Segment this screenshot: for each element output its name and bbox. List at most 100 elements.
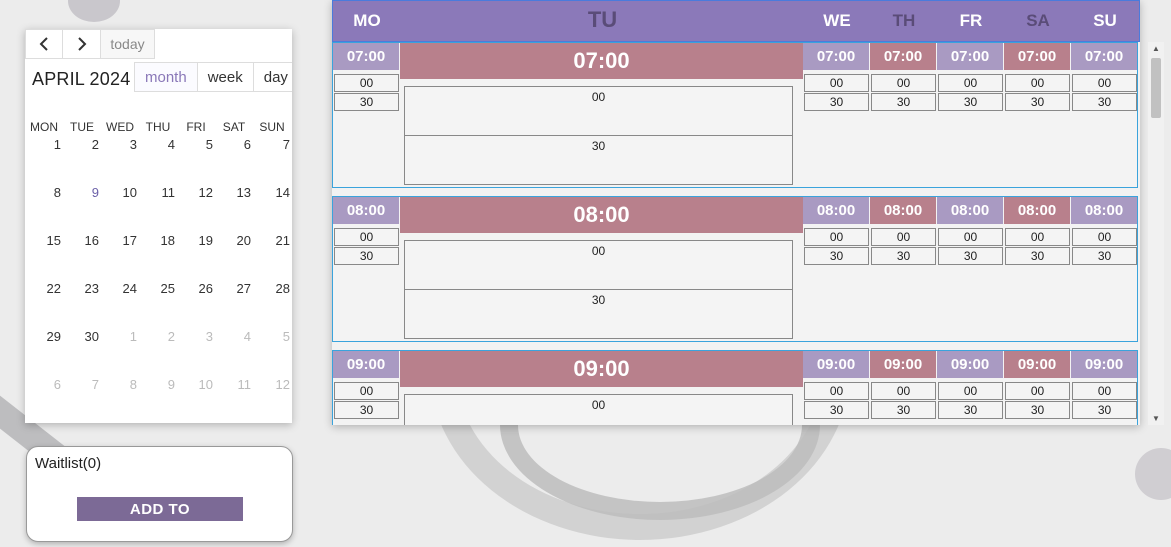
calendar-day[interactable]: 22 <box>31 281 61 296</box>
time-slot[interactable]: 30 <box>804 401 869 419</box>
time-slot[interactable]: 00 <box>871 382 936 400</box>
day-header-mo[interactable]: MO <box>334 1 400 41</box>
time-slot[interactable]: 30 <box>804 247 869 265</box>
calendar-day[interactable]: 6 <box>31 377 61 392</box>
calendar-day[interactable]: 14 <box>260 185 290 200</box>
time-slot[interactable]: 00 <box>804 382 869 400</box>
view-week-button[interactable]: week <box>197 62 254 92</box>
view-month-button[interactable]: month <box>134 62 198 92</box>
calendar-day[interactable]: 12 <box>183 185 213 200</box>
time-slot[interactable]: 30 <box>334 247 399 265</box>
time-slot[interactable]: 30 <box>1005 247 1070 265</box>
calendar-day[interactable]: 11 <box>221 377 252 392</box>
day-header-th[interactable]: TH <box>871 1 937 41</box>
time-slot[interactable]: 00 <box>871 74 936 92</box>
time-slot[interactable]: 30 <box>938 247 1003 265</box>
planner-scroll-area[interactable]: MO TU WE TH FR SA SU 07:00 00 30 07:00 00 30 07:00 00… <box>332 0 1140 425</box>
calendar-day[interactable]: 27 <box>221 281 251 296</box>
time-slot[interactable]: 00 <box>1072 228 1137 246</box>
time-slot[interactable]: 00 <box>871 228 936 246</box>
time-slot[interactable]: 30 <box>804 93 869 111</box>
calendar-day[interactable]: 16 <box>69 233 99 248</box>
calendar-day[interactable]: 17 <box>107 233 137 248</box>
calendar-day[interactable]: 25 <box>145 281 175 296</box>
time-slot[interactable]: 30 <box>334 93 399 111</box>
time-slot[interactable]: 30 <box>1005 401 1070 419</box>
time-slot[interactable]: 00 <box>334 228 399 246</box>
time-slot[interactable]: 30 <box>1005 93 1070 111</box>
time-slot[interactable]: 30 <box>404 135 793 185</box>
calendar-day[interactable]: 7 <box>69 377 99 392</box>
time-slot[interactable]: 30 <box>1072 93 1137 111</box>
time-slot[interactable]: 30 <box>938 401 1003 419</box>
calendar-day[interactable]: 12 <box>260 377 290 392</box>
time-slot[interactable]: 30 <box>1072 401 1137 419</box>
calendar-day[interactable]: 18 <box>145 233 175 248</box>
calendar-day[interactable]: 9 <box>69 185 99 200</box>
time-slot[interactable]: 00 <box>938 382 1003 400</box>
calendar-day[interactable]: 8 <box>107 377 137 392</box>
day-header-su[interactable]: SU <box>1072 1 1138 41</box>
calendar-day[interactable]: 19 <box>183 233 213 248</box>
calendar-day[interactable]: 29 <box>31 329 61 344</box>
calendar-day[interactable]: 21 <box>260 233 290 248</box>
calendar-day[interactable]: 5 <box>183 137 213 152</box>
planner-scrollbar[interactable]: ▲ ▼ <box>1148 42 1164 425</box>
time-slot[interactable]: 00 <box>1072 74 1137 92</box>
time-slot[interactable]: 30 <box>404 289 793 339</box>
calendar-day[interactable]: 15 <box>31 233 61 248</box>
calendar-day[interactable]: 10 <box>183 377 213 392</box>
calendar-day[interactable]: 4 <box>145 137 175 152</box>
calendar-day[interactable]: 23 <box>69 281 99 296</box>
view-day-button[interactable]: day <box>253 62 292 92</box>
calendar-day[interactable]: 13 <box>221 185 251 200</box>
next-month-button[interactable] <box>63 29 101 59</box>
calendar-day[interactable]: 1 <box>31 137 61 152</box>
time-slot[interactable]: 00 <box>404 394 793 425</box>
day-header-sa[interactable]: SA <box>1005 1 1071 41</box>
scroll-down-icon[interactable]: ▼ <box>1151 414 1161 423</box>
calendar-day[interactable]: 9 <box>145 377 175 392</box>
time-slot[interactable]: 00 <box>334 382 399 400</box>
time-slot[interactable]: 00 <box>938 74 1003 92</box>
calendar-day[interactable]: 11 <box>145 185 176 200</box>
time-slot[interactable]: 00 <box>1005 74 1070 92</box>
add-to-waitlist-button[interactable]: ADD TO <box>77 497 243 521</box>
calendar-day[interactable]: 20 <box>221 233 251 248</box>
time-slot[interactable]: 30 <box>1072 247 1137 265</box>
calendar-day[interactable]: 30 <box>69 329 99 344</box>
scroll-thumb[interactable] <box>1151 58 1161 118</box>
day-header-we[interactable]: WE <box>804 1 870 41</box>
day-header-fr[interactable]: FR <box>938 1 1004 41</box>
today-button[interactable]: today <box>101 29 155 59</box>
time-slot[interactable]: 30 <box>938 93 1003 111</box>
prev-month-button[interactable] <box>25 29 63 59</box>
calendar-day[interactable]: 4 <box>221 329 251 344</box>
calendar-day[interactable]: 1 <box>107 329 137 344</box>
calendar-day[interactable]: 5 <box>260 329 290 344</box>
calendar-day[interactable]: 10 <box>107 185 137 200</box>
time-slot[interactable]: 00 <box>1072 382 1137 400</box>
scroll-up-icon[interactable]: ▲ <box>1151 44 1161 53</box>
calendar-day[interactable]: 26 <box>183 281 213 296</box>
calendar-day[interactable]: 3 <box>183 329 213 344</box>
calendar-day[interactable]: 3 <box>107 137 137 152</box>
calendar-day[interactable]: 2 <box>69 137 99 152</box>
calendar-day[interactable]: 6 <box>221 137 251 152</box>
time-slot[interactable]: 00 <box>938 228 1003 246</box>
time-slot[interactable]: 00 <box>1005 382 1070 400</box>
time-slot[interactable]: 00 <box>404 86 793 136</box>
calendar-day[interactable]: 2 <box>145 329 175 344</box>
time-slot[interactable]: 30 <box>871 93 936 111</box>
time-slot[interactable]: 30 <box>871 401 936 419</box>
time-slot[interactable]: 30 <box>871 247 936 265</box>
calendar-day[interactable]: 24 <box>107 281 137 296</box>
time-slot[interactable]: 30 <box>334 401 399 419</box>
calendar-day[interactable]: 7 <box>260 137 290 152</box>
calendar-day[interactable]: 8 <box>31 185 61 200</box>
day-header-tu[interactable]: TU <box>401 1 804 41</box>
calendar-day[interactable]: 28 <box>260 281 290 296</box>
time-slot[interactable]: 00 <box>334 74 399 92</box>
time-slot[interactable]: 00 <box>1005 228 1070 246</box>
time-slot[interactable]: 00 <box>804 74 869 92</box>
